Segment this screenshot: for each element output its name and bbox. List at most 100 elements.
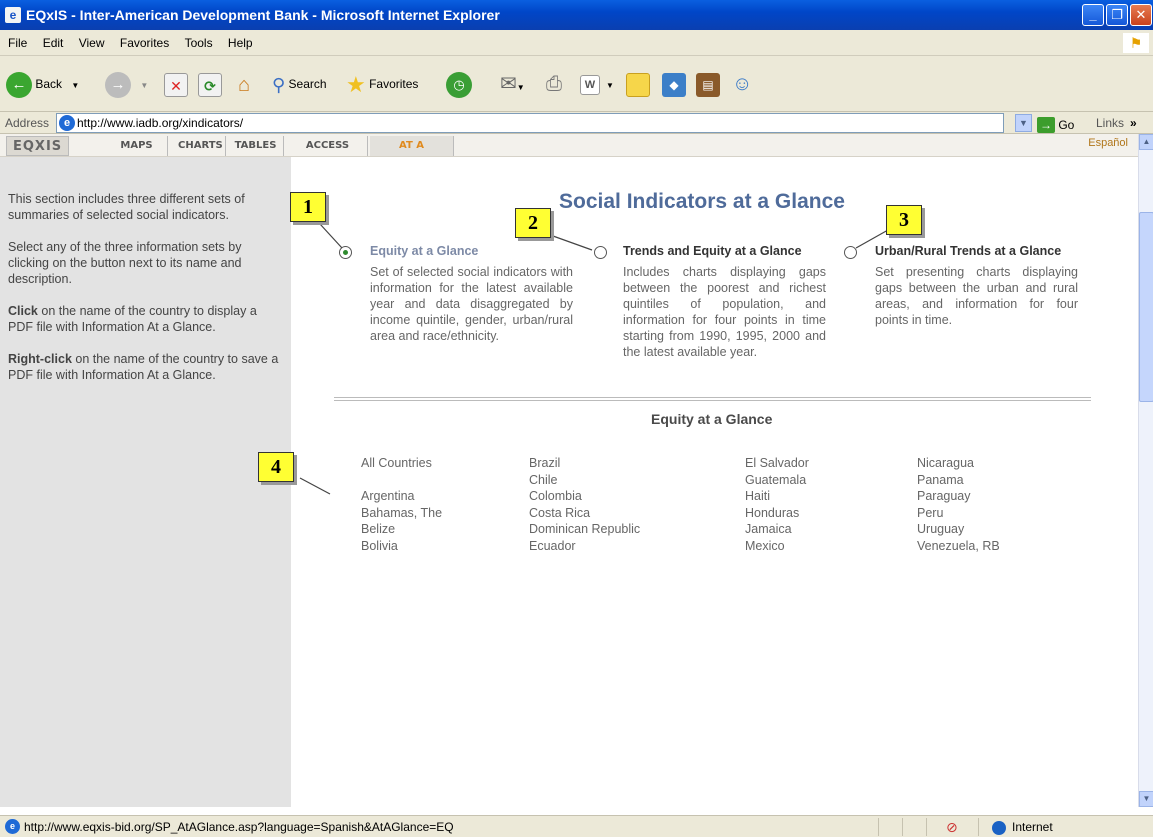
back-arrow-icon: ← bbox=[6, 71, 32, 98]
print-button[interactable]: ⎙ bbox=[546, 70, 562, 98]
mail-dropdown-icon[interactable]: ▼ bbox=[517, 83, 525, 92]
callout-2: 2 bbox=[515, 208, 551, 238]
maximize-button[interactable]: ❐ bbox=[1106, 4, 1128, 26]
refresh-button[interactable]: ⟳ bbox=[198, 70, 222, 98]
site-logo[interactable]: EQXIS bbox=[6, 136, 70, 156]
status-bar: e http://www.eqxis-bid.org/SP_AtAGlance.… bbox=[0, 815, 1153, 837]
tab-maps[interactable]: MAPS bbox=[106, 136, 168, 156]
browser-toolbar: ← Back ▼ → ▼ ✕ ⟳ ⌂ ⚲ Search ★ Favorites … bbox=[0, 56, 1153, 112]
close-button[interactable]: ✕ bbox=[1130, 4, 1152, 26]
status-divider bbox=[878, 818, 879, 836]
ie-window-icon[interactable]: e bbox=[5, 7, 21, 23]
country-link[interactable]: Nicaragua bbox=[917, 455, 1000, 472]
search-label: Search bbox=[288, 77, 327, 91]
word-icon: W bbox=[580, 74, 600, 95]
country-link[interactable]: Brazil bbox=[529, 455, 640, 472]
links-toolbar[interactable]: Links » bbox=[1096, 112, 1137, 134]
forward-button[interactable]: → ▼ bbox=[105, 70, 148, 98]
favorites-button[interactable]: ★ Favorites bbox=[346, 70, 418, 98]
stop-button[interactable]: ✕ bbox=[164, 70, 188, 98]
country-link[interactable]: Argentina bbox=[361, 488, 442, 505]
country-link[interactable]: Uruguay bbox=[917, 521, 1000, 538]
address-bar: Address e http://www.iadb.org/xindicator… bbox=[0, 112, 1153, 134]
menu-edit[interactable]: Edit bbox=[43, 36, 64, 50]
country-link[interactable]: Bolivia bbox=[361, 538, 442, 555]
sidebar-intro: This section includes three different se… bbox=[8, 192, 245, 222]
country-link[interactable]: Panama bbox=[917, 472, 1000, 489]
address-input[interactable]: e http://www.iadb.org/xindicators/ bbox=[56, 113, 1004, 133]
sidebar-rightclick-instructions: Right-click on the name of the country t… bbox=[8, 351, 281, 383]
menu-tools[interactable]: Tools bbox=[185, 36, 213, 50]
country-link[interactable]: Honduras bbox=[745, 505, 809, 522]
tab-access-gaps[interactable]: ACCESS GAPS bbox=[288, 136, 368, 171]
country-link[interactable]: All Countries bbox=[361, 455, 442, 472]
radio-trends-and-equity[interactable] bbox=[594, 246, 607, 259]
windows-logo-icon: ⚑ bbox=[1123, 33, 1149, 53]
country-link[interactable]: Belize bbox=[361, 521, 442, 538]
menu-favorites[interactable]: Favorites bbox=[120, 36, 169, 50]
messenger-icon: ◆ bbox=[662, 72, 686, 97]
address-dropdown-button[interactable]: ▼ bbox=[1015, 114, 1032, 132]
option-title-trends[interactable]: Trends and Equity at a Glance bbox=[623, 243, 826, 259]
back-dropdown-icon[interactable]: ▼ bbox=[71, 81, 79, 90]
messenger-button[interactable]: ◆ bbox=[662, 70, 686, 98]
section-subheading: Equity at a Glance bbox=[651, 411, 773, 427]
notes-icon bbox=[626, 72, 650, 97]
research-button[interactable]: ▤ bbox=[696, 70, 720, 98]
address-label: Address bbox=[5, 116, 50, 130]
contacts-button[interactable]: ☺ bbox=[732, 70, 752, 98]
country-link[interactable]: Guatemala bbox=[745, 472, 809, 489]
language-link[interactable]: Español bbox=[1088, 137, 1128, 149]
country-link[interactable]: Jamaica bbox=[745, 521, 809, 538]
menu-help[interactable]: Help bbox=[228, 36, 253, 50]
country-link[interactable]: El Salvador bbox=[745, 455, 809, 472]
search-icon: ⚲ bbox=[272, 74, 286, 95]
stop-icon: ✕ bbox=[164, 72, 188, 97]
country-link[interactable]: Bahamas, The bbox=[361, 505, 442, 522]
option-title-equity[interactable]: Equity at a Glance bbox=[370, 243, 573, 259]
address-url: http://www.iadb.org/xindicators/ bbox=[77, 116, 244, 130]
edit-button[interactable]: W ▼ bbox=[580, 70, 614, 98]
country-link[interactable]: Chile bbox=[529, 472, 640, 489]
menu-view[interactable]: View bbox=[79, 36, 105, 50]
option-title-urban-rural[interactable]: Urban/Rural Trends at a Glance bbox=[875, 243, 1078, 259]
vertical-scrollbar[interactable]: ▲ ▼ bbox=[1138, 134, 1153, 807]
edit-dropdown-icon[interactable]: ▼ bbox=[606, 81, 614, 90]
country-link[interactable]: Peru bbox=[917, 505, 1000, 522]
history-icon: ◷ bbox=[446, 71, 472, 98]
country-link[interactable]: Paraguay bbox=[917, 488, 1000, 505]
favorites-label: Favorites bbox=[369, 77, 419, 91]
country-link[interactable]: Colombia bbox=[529, 488, 640, 505]
radio-urban-rural-trends[interactable] bbox=[844, 246, 857, 259]
click-term: Click bbox=[8, 304, 38, 318]
search-button[interactable]: ⚲ Search bbox=[272, 70, 327, 98]
go-button[interactable]: → Go bbox=[1037, 114, 1074, 136]
country-link[interactable]: Ecuador bbox=[529, 538, 640, 555]
back-button[interactable]: ← Back ▼ bbox=[6, 70, 79, 98]
country-link[interactable]: Venezuela, RB bbox=[917, 538, 1000, 555]
zone-label: Internet bbox=[1012, 820, 1053, 834]
privacy-icon[interactable]: ⊘ bbox=[946, 816, 958, 838]
back-label: Back bbox=[35, 77, 63, 91]
scroll-thumb[interactable] bbox=[1139, 212, 1153, 402]
mail-button[interactable]: ✉▼ bbox=[500, 70, 525, 98]
menu-file[interactable]: File bbox=[8, 36, 27, 50]
country-link[interactable]: Haiti bbox=[745, 488, 809, 505]
home-button[interactable]: ⌂ bbox=[232, 70, 256, 98]
country-link[interactable]: Mexico bbox=[745, 538, 809, 555]
tab-charts[interactable]: CHARTS bbox=[172, 136, 226, 156]
tab-at-a-glance[interactable]: AT A GLANCE bbox=[370, 136, 454, 171]
chevron-right-icon[interactable]: » bbox=[1130, 116, 1137, 130]
scroll-down-icon[interactable]: ▼ bbox=[1139, 791, 1153, 807]
country-link[interactable]: Costa Rica bbox=[529, 505, 640, 522]
forward-dropdown-icon[interactable]: ▼ bbox=[140, 81, 148, 90]
go-label: Go bbox=[1058, 118, 1075, 132]
discuss-button[interactable] bbox=[626, 70, 650, 98]
history-button[interactable]: ◷ bbox=[446, 70, 472, 98]
minimize-button[interactable]: _ bbox=[1082, 4, 1104, 26]
country-link[interactable]: Dominican Republic bbox=[529, 521, 640, 538]
scroll-up-icon[interactable]: ▲ bbox=[1139, 134, 1153, 150]
option-desc-urban-rural: Set presenting charts displaying gaps be… bbox=[875, 265, 1078, 327]
radio-equity-at-a-glance[interactable] bbox=[339, 246, 352, 259]
tab-tables[interactable]: TABLES bbox=[228, 136, 284, 156]
